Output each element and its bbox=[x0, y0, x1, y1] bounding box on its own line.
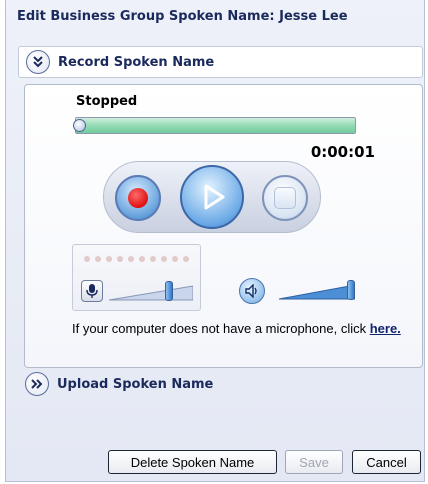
dialog-title: Edit Business Group Spoken Name: Jesse L… bbox=[17, 9, 348, 24]
upload-section-header[interactable]: Upload Spoken Name bbox=[18, 368, 423, 400]
mic-level-meter bbox=[84, 256, 189, 262]
record-section-label: Record Spoken Name bbox=[58, 54, 215, 70]
mic-level-dot bbox=[117, 256, 123, 262]
microphone-hint-text: If your computer does not have a microph… bbox=[72, 321, 370, 336]
delete-spoken-name-button[interactable]: Delete Spoken Name bbox=[108, 450, 277, 474]
play-icon bbox=[204, 184, 225, 210]
mic-volume-slider[interactable] bbox=[109, 281, 193, 303]
mic-level-dot bbox=[161, 256, 167, 262]
mic-level-dot bbox=[95, 256, 101, 262]
stop-button[interactable] bbox=[262, 175, 308, 221]
record-icon bbox=[128, 188, 148, 208]
mic-level-dot bbox=[183, 256, 189, 262]
record-button[interactable] bbox=[115, 175, 161, 221]
mic-level-dot bbox=[84, 256, 90, 262]
transport-controls bbox=[103, 161, 321, 233]
mic-level-dot bbox=[106, 256, 112, 262]
speaker-volume-slider[interactable] bbox=[279, 280, 355, 302]
mic-volume-thumb[interactable] bbox=[165, 281, 174, 301]
here-link[interactable]: here. bbox=[370, 321, 401, 336]
microphone-icon[interactable] bbox=[81, 280, 103, 302]
record-panel: Stopped 0:00:01 If your computer does no… bbox=[24, 84, 423, 368]
play-button[interactable] bbox=[180, 165, 244, 229]
playback-progress-bar[interactable] bbox=[73, 117, 356, 134]
record-section-header[interactable]: Record Spoken Name bbox=[18, 46, 423, 78]
speaker-volume-ramp bbox=[279, 284, 355, 300]
mic-volume-ramp bbox=[109, 285, 193, 301]
chevron-double-right-icon[interactable] bbox=[25, 372, 49, 396]
elapsed-time: 0:00:01 bbox=[310, 143, 375, 161]
save-button[interactable]: Save bbox=[285, 450, 343, 474]
mic-level-dot bbox=[172, 256, 178, 262]
cancel-button[interactable]: Cancel bbox=[352, 450, 421, 474]
stop-icon bbox=[274, 187, 296, 209]
microphone-panel bbox=[72, 244, 201, 311]
mic-level-dot bbox=[128, 256, 134, 262]
spoken-name-dialog: Edit Business Group Spoken Name: Jesse L… bbox=[5, 0, 425, 482]
mic-level-dot bbox=[139, 256, 145, 262]
speaker-icon[interactable] bbox=[239, 278, 265, 304]
progress-thumb[interactable] bbox=[73, 119, 86, 132]
playback-status: Stopped bbox=[76, 94, 138, 109]
chevron-double-down-icon[interactable] bbox=[26, 50, 50, 74]
microphone-hint: If your computer does not have a microph… bbox=[72, 321, 412, 336]
mic-level-dot bbox=[150, 256, 156, 262]
upload-section-label: Upload Spoken Name bbox=[57, 376, 214, 392]
speaker-volume-thumb[interactable] bbox=[347, 280, 355, 300]
